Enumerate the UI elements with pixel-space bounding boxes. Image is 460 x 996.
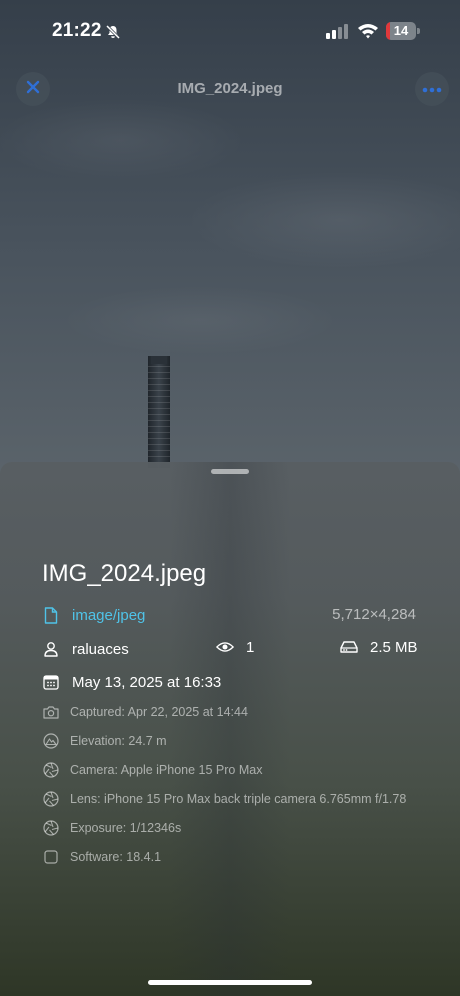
date-value: May 13, 2025 at 16:33 <box>72 673 222 691</box>
battery-level-text: 14 <box>393 23 409 38</box>
views-value: 1 <box>246 638 255 656</box>
file-size: 2.5 MB <box>340 638 418 656</box>
views-count: 1 <box>216 638 254 656</box>
meta-text: Lens: iPhone 15 Pro Max back triple came… <box>70 792 407 806</box>
info-sheet[interactable]: IMG_2024.jpeg image/jpeg 5,712×4,284 ral… <box>0 462 460 996</box>
file-title: IMG_2024.jpeg <box>42 560 207 587</box>
more-options-button[interactable] <box>415 72 449 106</box>
photo-background <box>0 0 460 470</box>
file-size-value: 2.5 MB <box>370 638 418 656</box>
camera-icon <box>42 703 60 721</box>
square-icon <box>42 848 60 866</box>
meta-text: Software: 18.4.1 <box>70 850 162 864</box>
aperture-icon <box>42 819 60 837</box>
meta-text: Captured: Apr 22, 2025 at 14:44 <box>70 705 248 719</box>
silent-mode-icon <box>105 24 121 40</box>
status-bar: 21:22 14 <box>0 0 460 60</box>
sheet-grabber[interactable] <box>211 469 249 474</box>
meta-camera: Camera: Apple iPhone 15 Pro Max <box>42 759 262 781</box>
person-icon <box>42 640 60 658</box>
meta-exposure: Exposure: 1/12346s <box>42 817 181 839</box>
file-icon <box>42 606 60 624</box>
aperture-icon <box>42 761 60 779</box>
mountain-icon <box>42 732 60 750</box>
mime-type-link[interactable]: image/jpeg <box>72 607 145 624</box>
mime-row: image/jpeg <box>42 604 145 626</box>
owner-row: raluaces <box>42 638 129 660</box>
meta-captured: Captured: Apr 22, 2025 at 14:44 <box>42 701 248 723</box>
image-dimensions: 5,712×4,284 <box>332 606 416 623</box>
meta-software: Software: 18.4.1 <box>42 846 161 868</box>
home-indicator[interactable] <box>148 980 312 985</box>
eye-icon <box>216 638 234 656</box>
cellular-signal-icon <box>326 23 350 39</box>
battery-indicator: 14 <box>386 22 420 40</box>
meta-text: Camera: Apple iPhone 15 Pro Max <box>70 763 263 777</box>
wifi-icon <box>357 22 379 40</box>
calendar-icon <box>42 673 60 691</box>
ellipsis-icon <box>422 80 442 98</box>
drive-icon <box>340 638 358 656</box>
photo-viewer-screen: 21:22 14 IMG_2024.jpeg IMG_2024.jpeg ima… <box>0 0 460 996</box>
photo-tower <box>148 356 170 468</box>
meta-elevation: Elevation: 24.7 m <box>42 730 167 752</box>
aperture-icon <box>42 790 60 808</box>
date-row: May 13, 2025 at 16:33 <box>42 671 221 693</box>
meta-text: Exposure: 1/12346s <box>70 821 182 835</box>
status-time: 21:22 <box>52 20 102 41</box>
meta-lens: Lens: iPhone 15 Pro Max back triple came… <box>42 788 406 810</box>
owner-name: raluaces <box>72 640 129 658</box>
meta-text: Elevation: 24.7 m <box>70 734 167 748</box>
nav-title: IMG_2024.jpeg <box>177 80 283 97</box>
